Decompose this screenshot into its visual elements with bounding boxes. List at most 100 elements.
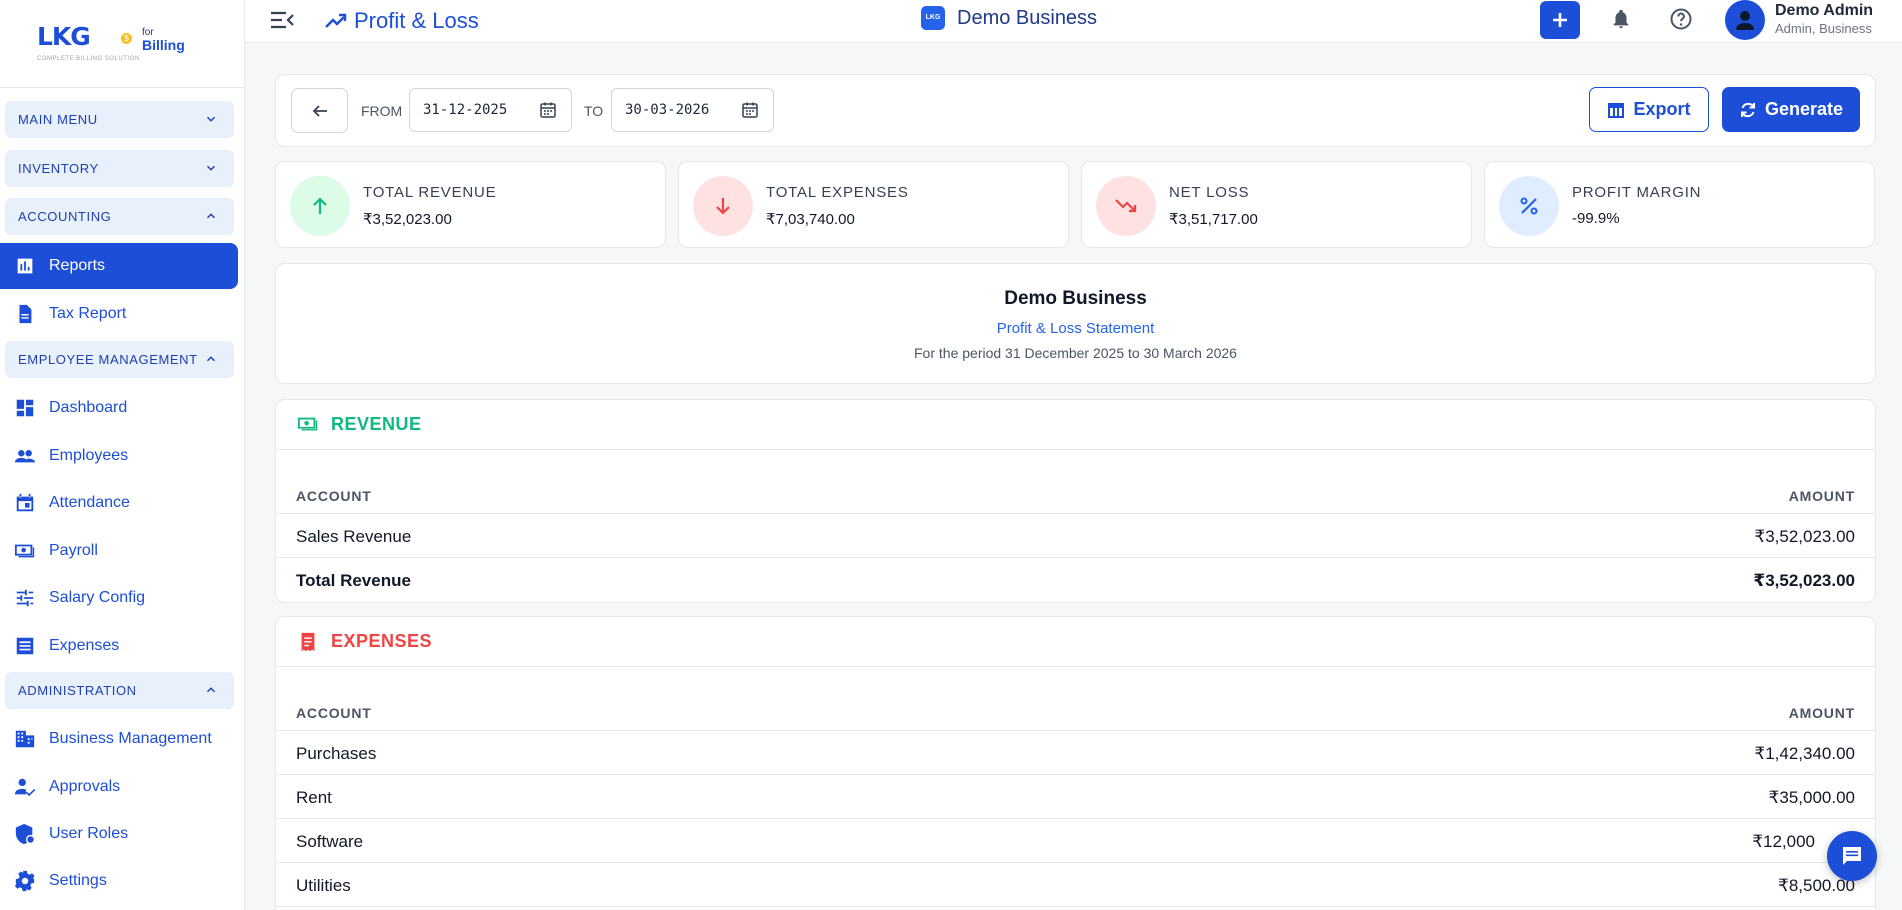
stat-label: TOTAL EXPENSES [766,184,909,201]
trending-up-icon [325,13,347,28]
sidebar-item-approvals[interactable]: Approvals [0,764,238,810]
chat-button[interactable] [1827,831,1877,881]
section-employee-management[interactable]: EMPLOYEE MANAGEMENT [5,341,234,378]
sidebar-item-reports[interactable]: Reports [0,243,238,289]
chevron-up-icon [206,687,216,693]
from-label: FROM [361,103,403,119]
sidebar-item-tax-report[interactable]: Tax Report [0,291,238,337]
list-icon [16,637,34,655]
section-accounting[interactable]: ACCOUNTING [5,198,234,235]
stat-label: NET LOSS [1169,184,1250,201]
expenses-title: EXPENSES [331,631,433,651]
business-switcher[interactable]: LKG Demo Business [921,6,1097,30]
export-label: Export [1633,99,1691,119]
arrow-down-icon [716,198,730,215]
to-date-input[interactable]: 30-03-2026 [611,88,774,132]
quick-add-button[interactable] [1540,1,1580,39]
sidebar-item-expenses[interactable]: Expenses [0,623,238,669]
table-row: Purchases ₹1,42,340.00 [276,731,1875,775]
table-row: Rent ₹35,000.00 [276,775,1875,819]
account-amount: ₹12,000 [1752,832,1815,851]
section-administration[interactable]: ADMINISTRATION [5,672,234,709]
page-title-text: Profit & Loss [354,8,479,33]
sidebar-item-payroll[interactable]: Payroll [0,528,238,574]
chevron-down-icon [206,116,216,122]
section-label: ADMINISTRATION [18,683,137,698]
account-name: Purchases [296,744,377,763]
shield-icon [15,823,36,845]
sidebar-item-label: Reports [49,257,106,274]
section-label: ACCOUNTING [18,209,112,224]
stat-label: PROFIT MARGIN [1572,184,1702,201]
from-date-input[interactable]: 31-12-2025 [409,88,572,132]
statement-header: Demo Business Profit & Loss Statement Fo… [275,263,1876,384]
approval-icon [14,778,36,797]
column-amount: AMOUNT [1788,705,1855,721]
logo[interactable]: LKG $ for Billing COMPLETE BILLING SOLUT… [0,0,244,88]
logo-tagline: COMPLETE BILLING SOLUTION [37,56,140,62]
refresh-icon [1740,102,1755,117]
sidebar-item-user-roles[interactable]: User Roles [0,811,238,857]
sidebar-item-label: Dashboard [49,399,128,416]
sidebar-item-label: Expenses [49,637,120,654]
table-header-row: ACCOUNT AMOUNT [276,450,1875,514]
sidebar-item-attendance[interactable]: Attendance [0,480,238,526]
export-button[interactable]: Export [1589,87,1709,132]
back-button[interactable] [291,88,348,133]
statement-period: For the period 31 December 2025 to 30 Ma… [914,345,1237,361]
sidebar-item-dashboard[interactable]: Dashboard [0,385,238,431]
arrow-up-icon [313,197,327,214]
document-icon [19,304,32,324]
section-label: EMPLOYEE MANAGEMENT [18,352,198,367]
stat-icon-circle [693,176,753,236]
stat-icon-circle [290,176,350,236]
sidebar-item-label: Business Management [49,730,212,747]
account-amount: ₹1,42,340.00 [1754,744,1855,763]
dashboard-icon [16,399,34,417]
sidebar-item-settings[interactable]: Settings [0,858,238,904]
stat-total-revenue: TOTAL REVENUE ₹3,52,023.00 [275,161,666,248]
sidebar-item-label: Attendance [49,494,130,511]
revenue-table: REVENUE ACCOUNT AMOUNT Sales Revenue ₹3,… [275,399,1876,603]
statement-subtitle: Profit & Loss Statement [996,320,1155,337]
arrow-left-icon [312,105,327,117]
table-row: Software ₹12,000 [276,819,1875,863]
help-icon[interactable] [1669,7,1693,31]
total-amount: ₹3,52,023.00 [1753,571,1855,590]
chevron-up-icon [206,213,216,219]
calendar-icon[interactable] [741,101,759,119]
section-inventory[interactable]: INVENTORY [5,150,234,187]
user-name[interactable]: Demo Admin [1775,2,1873,20]
sidebar-item-label: Payroll [49,542,98,559]
total-label: Total Revenue [296,571,411,590]
top-bar: Profit & Loss LKG Demo Business Demo Adm… [245,0,1902,43]
business-badge: LKG [921,6,945,30]
stat-value: ₹7,03,740.00 [766,211,855,228]
section-main-menu[interactable]: MAIN MENU [5,101,234,138]
avatar[interactable] [1725,0,1765,40]
stat-value: ₹3,51,717.00 [1169,211,1258,228]
generate-button[interactable]: Generate [1722,87,1860,132]
sidebar-item-employees[interactable]: Employees [0,433,238,479]
sidebar-item-label: Approvals [49,778,121,795]
table-header-row: ACCOUNT AMOUNT [276,667,1875,731]
user-icon [1736,11,1754,30]
table-row: Utilities ₹8,500.00 [276,863,1875,907]
column-account: ACCOUNT [296,488,372,504]
expenses-header: EXPENSES [276,617,1875,667]
logo-coin-icon: $ [121,33,132,44]
sidebar-item-salary-config[interactable]: Salary Config [0,575,238,621]
to-date-value: 30-03-2026 [625,102,710,118]
menu-toggle-icon[interactable] [269,9,295,31]
sidebar: LKG $ for Billing COMPLETE BILLING SOLUT… [0,0,245,910]
filter-bar: FROM 31-12-2025 TO 30-03-2026 Export Gen… [275,74,1876,147]
calendar-icon[interactable] [539,101,557,119]
stat-profit-margin: PROFIT MARGIN -99.9% [1484,161,1875,248]
sidebar-item-business-management[interactable]: Business Management [0,716,238,762]
building-icon [15,730,35,748]
to-label: TO [584,103,604,119]
bell-icon[interactable] [1610,8,1632,30]
stat-value: -99.9% [1572,210,1620,227]
section-label: INVENTORY [18,161,99,176]
account-name: Utilities [296,876,351,895]
